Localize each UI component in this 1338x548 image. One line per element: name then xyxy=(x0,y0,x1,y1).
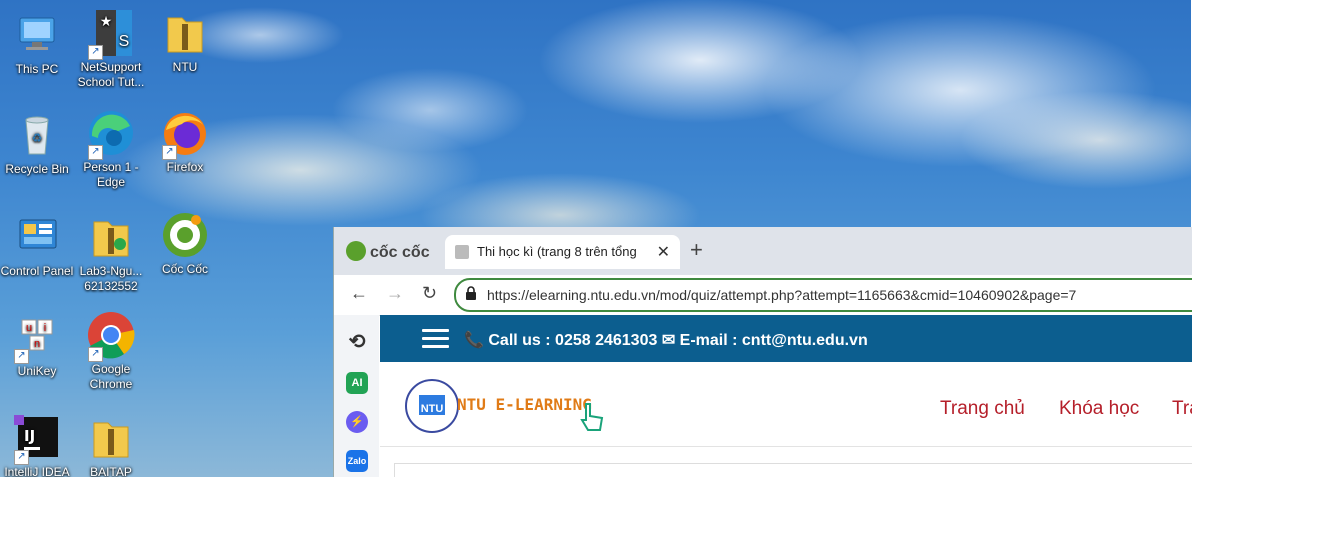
control-panel-icon xyxy=(12,212,62,262)
svg-text:i: i xyxy=(44,322,46,334)
reload-button[interactable]: ↻ xyxy=(422,283,437,304)
svg-text:S: S xyxy=(119,33,130,50)
desktop-icon-baitap[interactable]: BAITAP xyxy=(74,413,148,477)
desktop-icon-netsupport[interactable]: S ★ ↗ NetSupport School Tut... xyxy=(74,8,148,90)
shortcut-arrow-icon: ↗ xyxy=(88,145,103,160)
desktop-icon-firefox[interactable]: ↗ Firefox xyxy=(148,108,222,175)
desktop-icon-label: This PC xyxy=(15,62,59,76)
address-bar[interactable]: https://elearning.ntu.edu.vn/mod/quiz/at… xyxy=(454,278,1192,312)
coc-coc-logo-icon xyxy=(346,241,366,261)
menu-home[interactable]: Trang chủ xyxy=(940,398,1025,420)
lock-icon xyxy=(466,286,476,300)
unikey-icon: uin ↗ xyxy=(12,312,62,364)
desktop-icon-label: IntelliJ IDEA xyxy=(4,465,70,477)
desktop-icon-google-chrome[interactable]: ↗ Google Chrome xyxy=(74,310,148,392)
desktop-icon-label: BAITAP xyxy=(90,465,132,477)
zalo-icon[interactable]: Zalo xyxy=(346,450,368,472)
desktop-icon-label: Cốc Cốc xyxy=(161,262,208,276)
desktop-icon-edge[interactable]: ↗ Person 1 - Edge xyxy=(74,108,148,190)
desktop-icon-label: NTU xyxy=(172,60,198,74)
desktop-icon-label: Control Panel xyxy=(0,264,74,278)
shortcut-arrow-icon: ↗ xyxy=(14,450,29,465)
history-icon[interactable]: ⟲ xyxy=(346,331,368,353)
tab-active[interactable]: Thi học kì (trang 8 trên tổng ✕ xyxy=(445,235,680,269)
new-tab-button[interactable]: + xyxy=(690,237,703,263)
desktop-icon-recycle-bin[interactable]: ♻ Recycle Bin xyxy=(0,110,74,177)
tab-bar: cốc cốc Thi học kì (trang 8 trên tổng ✕ … xyxy=(334,227,1192,275)
brand-label: cốc cốc xyxy=(370,244,430,261)
chrome-icon: ↗ xyxy=(86,310,136,362)
computer-icon xyxy=(12,10,62,60)
contact-info: 📞 Call us : 0258 2461303 ✉ E-mail : cntt… xyxy=(464,332,868,349)
site-contact-bar: 📞 Call us : 0258 2461303 ✉ E-mail : cntt… xyxy=(380,315,1192,362)
browser-sidebar: ⟲ AI ⚡ Zalo xyxy=(334,315,379,477)
shortcut-arrow-icon: ↗ xyxy=(88,347,103,362)
svg-text:IJ: IJ xyxy=(24,427,35,445)
svg-text:u: u xyxy=(26,322,32,334)
intellij-icon: IJ ↗ xyxy=(12,413,62,465)
address-url: https://elearning.ntu.edu.vn/mod/quiz/at… xyxy=(487,287,1077,303)
desktop-icon-label: NetSupport School Tut... xyxy=(77,60,145,89)
svg-text:n: n xyxy=(34,338,40,350)
messenger-icon[interactable]: ⚡ xyxy=(346,411,368,433)
desktop-icon-intellij[interactable]: IJ ↗ IntelliJ IDEA xyxy=(0,413,74,477)
desktop-icon-control-panel[interactable]: Control Panel xyxy=(0,212,74,279)
coc-coc-icon xyxy=(160,210,210,260)
desktop-icon-coc-coc[interactable]: Cốc Cốc xyxy=(148,210,222,277)
navigation-bar: ← → ↻ https://elearning.ntu.edu.vn/mod/q… xyxy=(334,275,1192,316)
edge-icon: ↗ xyxy=(86,108,136,160)
zip-folder-icon xyxy=(86,212,136,262)
browser-window: cốc cốc Thi học kì (trang 8 trên tổng ✕ … xyxy=(333,227,1192,477)
ntu-logo-icon[interactable]: NTU xyxy=(405,379,459,433)
site-header: NTU NTU E-LEARNING Trang chủ Khóa học Tr… xyxy=(380,362,1192,477)
desktop-icon-ntu[interactable]: NTU xyxy=(148,8,222,75)
recycle-bin-icon: ♻ xyxy=(12,110,62,160)
ai-icon[interactable]: AI xyxy=(346,372,368,394)
shortcut-arrow-icon: ↗ xyxy=(162,145,177,160)
page-favicon-icon xyxy=(455,245,469,259)
coc-coc-brand[interactable]: cốc cốc xyxy=(346,241,430,262)
logo-mark: NTU xyxy=(421,403,444,415)
desktop-icon-lab3[interactable]: Lab3-Ngu... 62132552 xyxy=(74,212,148,294)
desktop-icon-unikey[interactable]: uin ↗ UniKey xyxy=(0,312,74,379)
svg-text:♻: ♻ xyxy=(32,131,43,145)
menu-item-truncated[interactable]: Tra xyxy=(1172,398,1192,420)
desktop-icon-label: Google Chrome xyxy=(89,362,133,391)
site-logo-text[interactable]: NTU E-LEARNING xyxy=(457,395,592,414)
svg-text:★: ★ xyxy=(100,13,113,29)
shortcut-arrow-icon: ↗ xyxy=(14,349,29,364)
desktop-icon-label: Person 1 - Edge xyxy=(83,160,139,189)
menu-courses[interactable]: Khóa học xyxy=(1059,398,1139,420)
forward-button[interactable]: → xyxy=(386,283,404,304)
tab-title: Thi học kì (trang 8 trên tổng xyxy=(477,244,637,259)
content-box xyxy=(394,463,1192,477)
hamburger-menu-icon[interactable] xyxy=(422,329,449,349)
folder-icon xyxy=(86,413,136,463)
desktop-icon-this-pc[interactable]: This PC xyxy=(0,10,74,77)
desktop-icon-label: Firefox xyxy=(166,160,204,174)
netsupport-icon: S ★ ↗ xyxy=(86,8,136,60)
header-divider xyxy=(380,446,1192,447)
tab-close-icon[interactable]: ✕ xyxy=(657,242,670,262)
firefox-icon: ↗ xyxy=(160,108,210,160)
desktop-icon-label: Recycle Bin xyxy=(5,162,69,176)
desktop-icon-label: UniKey xyxy=(17,364,57,378)
folder-icon xyxy=(160,8,210,58)
desktop-icon-label: Lab3-Ngu... 62132552 xyxy=(79,264,143,293)
shortcut-arrow-icon: ↗ xyxy=(88,45,103,60)
pointer-hand-icon xyxy=(580,403,604,431)
back-button[interactable]: ← xyxy=(350,283,368,304)
